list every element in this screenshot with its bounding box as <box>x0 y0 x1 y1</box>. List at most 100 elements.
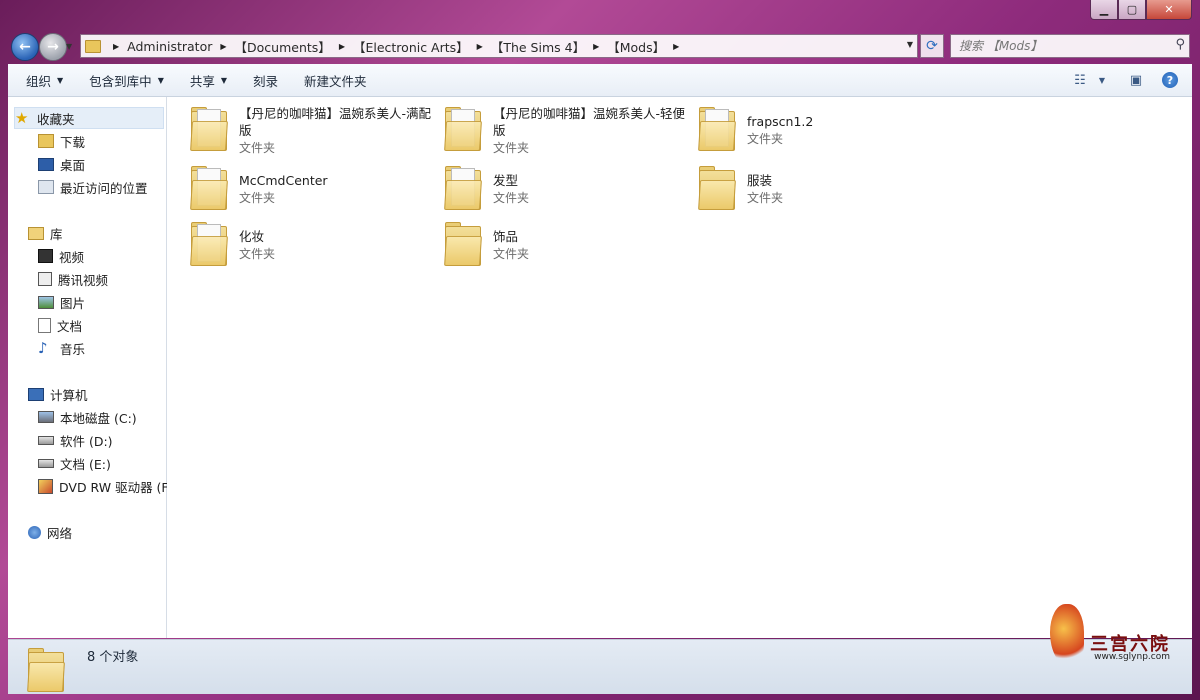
back-button[interactable]: ← <box>11 33 39 61</box>
chevron-right-icon[interactable]: ▶ <box>339 42 345 51</box>
include-in-library-menu[interactable]: 包含到库中 ▼ <box>76 68 177 92</box>
new-folder-button[interactable]: 新建文件夹 <box>291 68 380 92</box>
file-item[interactable]: frapscn1.2 文件夹 <box>697 105 945 151</box>
folder-icon <box>697 164 737 210</box>
sidebar-item-downloads[interactable]: 下载 <box>38 131 85 151</box>
preview-pane-button[interactable]: ▣ <box>1122 68 1150 92</box>
file-item[interactable]: McCmdCenter 文件夹 <box>189 164 437 210</box>
folder-icon <box>443 220 483 266</box>
breadcrumb-administrator[interactable]: Administrator <box>127 39 212 54</box>
file-name: McCmdCenter <box>239 173 328 188</box>
sidebar-item-recent-places[interactable]: 最近访问的位置 <box>38 177 148 197</box>
pictures-label: 图片 <box>60 295 86 311</box>
file-item[interactable]: 化妆 文件夹 <box>189 220 437 266</box>
caption-buttons: ▁ ▢ ✕ <box>1090 0 1192 20</box>
chevron-right-icon[interactable]: ▶ <box>477 42 483 51</box>
maximize-button[interactable]: ▢ <box>1118 0 1146 20</box>
sidebar-item-drive-d[interactable]: 软件 (D:) <box>38 430 113 450</box>
file-name: frapscn1.2 <box>747 114 814 129</box>
file-name: 服装 <box>747 173 773 188</box>
hard-drive-icon <box>38 435 54 445</box>
file-type: 文件夹 <box>493 247 530 261</box>
folder-icon <box>189 105 229 151</box>
file-type: 文件夹 <box>747 132 784 146</box>
maximize-icon: ▢ <box>1126 3 1138 16</box>
organize-label: 组织 <box>26 73 52 89</box>
chevron-right-icon[interactable]: ▶ <box>593 42 599 51</box>
star-icon: ★ <box>15 109 29 127</box>
phoenix-logo-icon <box>1050 604 1084 666</box>
chevron-down-icon: ▼ <box>57 75 64 85</box>
breadcrumb-mods[interactable]: 【Mods】 <box>607 37 665 56</box>
drive-e-label: 文档 (E:) <box>60 456 111 472</box>
sidebar-item-computer[interactable]: 计算机 <box>28 384 88 404</box>
file-item[interactable]: 发型 文件夹 <box>443 164 691 210</box>
folder-icon <box>697 105 737 151</box>
file-name: 【丹尼的咖啡猫】温婉系美人-满配版 <box>239 106 432 138</box>
chevron-down-icon: ▼ <box>1098 75 1106 85</box>
sidebar-item-network[interactable]: 网络 <box>28 522 72 542</box>
downloads-folder-icon <box>38 134 54 148</box>
pictures-icon <box>38 295 54 309</box>
recent-pages-dropdown[interactable]: ▼ <box>66 42 72 51</box>
sidebar-item-videos[interactable]: 视频 <box>38 246 84 266</box>
breadcrumb-the-sims-4[interactable]: 【The Sims 4】 <box>491 37 585 56</box>
minimize-button[interactable]: ▁ <box>1090 0 1118 20</box>
view-details-icon: ☷ <box>1074 72 1086 88</box>
search-input[interactable] <box>951 38 1171 54</box>
file-item[interactable]: 服装 文件夹 <box>697 164 945 210</box>
sidebar-item-drive-f[interactable]: DVD RW 驱动器 (F: <box>38 476 172 496</box>
file-item[interactable]: 【丹尼的咖啡猫】温婉系美人-满配版 文件夹 <box>189 105 437 157</box>
desktop-label: 桌面 <box>60 157 86 173</box>
burn-button[interactable]: 刻录 <box>240 68 291 92</box>
recent-places-icon <box>38 180 54 194</box>
sidebar-item-desktop[interactable]: 桌面 <box>38 154 85 174</box>
file-name: 化妆 <box>239 229 265 244</box>
sidebar-item-drive-e[interactable]: 文档 (E:) <box>38 453 111 473</box>
file-name: 饰品 <box>493 229 519 244</box>
chevron-right-icon[interactable]: ▶ <box>220 42 226 51</box>
view-options-dropdown[interactable]: ▼ <box>1094 68 1110 92</box>
organize-menu[interactable]: 组织 ▼ <box>8 68 76 92</box>
forward-button[interactable]: → <box>39 33 67 61</box>
chevron-right-icon[interactable]: ▶ <box>673 42 679 51</box>
sidebar-item-music[interactable]: ♪ 音乐 <box>38 338 85 358</box>
address-bar[interactable]: ▶ Administrator ▶ 【Documents】 ▶ 【Electro… <box>80 34 918 58</box>
sidebar-item-libraries[interactable]: 库 <box>28 223 63 243</box>
sidebar-item-pictures[interactable]: 图片 <box>38 292 85 312</box>
include-library-label: 包含到库中 <box>89 73 152 89</box>
breadcrumb-electronic-arts[interactable]: 【Electronic Arts】 <box>353 37 469 56</box>
close-icon: ✕ <box>1164 3 1174 16</box>
search-box[interactable]: ⚲ <box>950 34 1190 58</box>
breadcrumb-documents[interactable]: 【Documents】 <box>235 37 331 56</box>
folder-icon <box>443 105 483 151</box>
network-label: 网络 <box>47 525 73 541</box>
file-item[interactable]: 【丹尼的咖啡猫】温婉系美人-轻便版 文件夹 <box>443 105 691 157</box>
documents-label: 文档 <box>57 318 83 334</box>
file-name: 发型 <box>493 173 519 188</box>
refresh-button[interactable]: ⟳ <box>920 34 944 58</box>
file-item[interactable]: 饰品 文件夹 <box>443 220 691 266</box>
new-folder-label: 新建文件夹 <box>304 73 367 89</box>
folder-icon <box>189 220 229 266</box>
share-menu[interactable]: 共享 ▼ <box>177 68 240 92</box>
downloads-label: 下载 <box>60 134 86 150</box>
title-bar: ▁ ▢ ✕ <box>0 0 1200 30</box>
sidebar-item-drive-c[interactable]: 本地磁盘 (C:) <box>38 407 137 427</box>
search-icon[interactable]: ⚲ <box>1175 37 1185 52</box>
navigation-pane: ★ 收藏夹 下载 桌面 最近访问的位置 库 视频 腾讯视频 图片 文档 ♪ 音乐 计… <box>8 97 172 638</box>
chevron-right-icon[interactable]: ▶ <box>113 42 119 51</box>
sidebar-item-favorites[interactable]: ★ 收藏夹 <box>14 107 164 129</box>
details-pane: 8 个对象 <box>8 639 1192 694</box>
command-bar: 组织 ▼ 包含到库中 ▼ 共享 ▼ 刻录 新建文件夹 ☷ ▼ ▣ ? <box>8 64 1192 97</box>
help-button[interactable]: ? <box>1156 68 1184 92</box>
folder-icon <box>443 164 483 210</box>
libraries-label: 库 <box>50 226 63 242</box>
sidebar-item-tencent-video[interactable]: 腾讯视频 <box>38 269 108 289</box>
close-button[interactable]: ✕ <box>1146 0 1192 20</box>
chevron-down-icon[interactable]: ▼ <box>907 40 913 49</box>
watermark-url: www.sglynp.com <box>1094 652 1170 662</box>
change-view-button[interactable]: ☷ <box>1066 68 1094 92</box>
sidebar-item-documents[interactable]: 文档 <box>38 315 82 335</box>
minimize-icon: ▁ <box>1099 3 1109 16</box>
